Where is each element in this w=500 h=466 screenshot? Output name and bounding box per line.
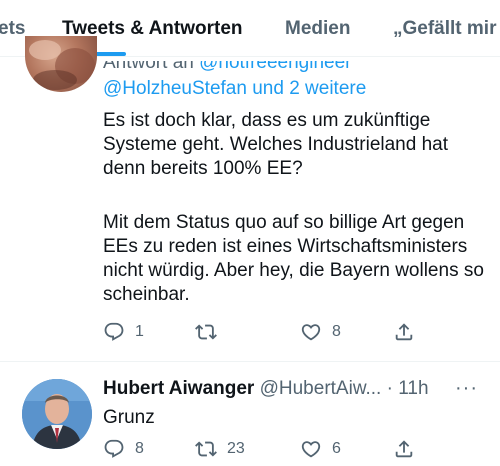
like-button[interactable]: 8	[300, 321, 341, 343]
tweet-actions: 8 23 6	[103, 438, 423, 466]
others-link[interactable]: und 2 weitere	[252, 78, 366, 99]
like-icon	[301, 441, 321, 458]
like-count: 8	[332, 323, 341, 340]
more-icon[interactable]: ···	[455, 378, 478, 398]
tab-media[interactable]: Medien	[285, 18, 350, 40]
like-button[interactable]: 6	[300, 438, 341, 460]
share-button[interactable]	[393, 438, 415, 460]
timestamp[interactable]: 11h	[398, 378, 428, 399]
retweet-button[interactable]: 23	[195, 438, 245, 460]
tab-likes[interactable]: „Gefällt mir	[393, 18, 496, 40]
retweet-icon	[195, 324, 217, 340]
reply-mentions: @HolzheuStefan und 2 weitere	[103, 78, 366, 100]
tweet-divider	[0, 361, 500, 362]
tweet-text-paragraph: Mit dem Status quo auf so billige Art ge…	[103, 212, 484, 305]
separator-dot: ·	[386, 378, 393, 399]
tweet-actions: 1 8	[103, 321, 423, 349]
avatar[interactable]	[25, 36, 97, 92]
author-handle[interactable]: @HubertAiw...	[260, 378, 382, 399]
retweet-icon	[195, 441, 217, 457]
reply-button[interactable]: 1	[103, 321, 144, 343]
like-count: 6	[332, 440, 341, 457]
share-icon	[395, 323, 413, 341]
avatar[interactable]	[22, 379, 92, 449]
tab-tweets[interactable]: ets	[0, 18, 25, 40]
reply-icon	[104, 439, 124, 458]
reply-button[interactable]: 8	[103, 438, 144, 460]
tweet-text-paragraph: Es ist doch klar, dass es um zukünftige …	[103, 110, 449, 179]
share-button[interactable]	[393, 321, 415, 343]
author-name[interactable]: Hubert Aiwanger	[103, 378, 254, 399]
tweet-text: Grunz	[103, 407, 155, 428]
retweet-count: 23	[227, 440, 245, 457]
reply-count: 8	[135, 440, 144, 457]
mention-link[interactable]: @HolzheuStefan	[103, 78, 247, 99]
reply-icon	[104, 322, 124, 341]
tweet-header: Hubert Aiwanger @HubertAiw... · 11h	[103, 378, 429, 400]
share-icon	[395, 440, 413, 458]
like-icon	[301, 324, 321, 341]
reply-count: 1	[135, 323, 144, 340]
retweet-button[interactable]	[195, 321, 227, 343]
